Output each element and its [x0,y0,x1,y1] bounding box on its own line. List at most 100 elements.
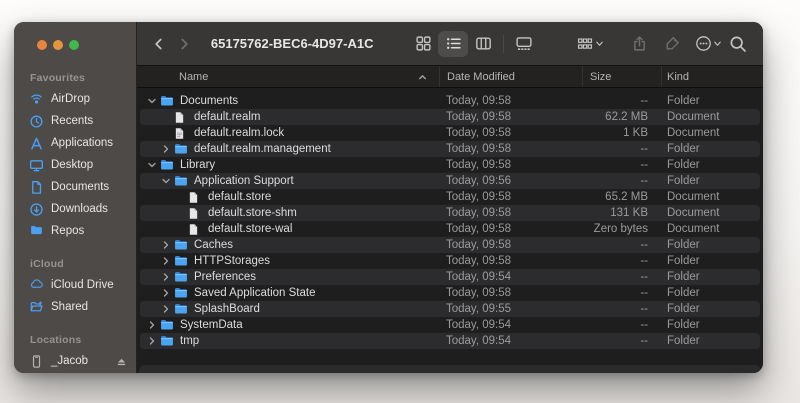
name-cell: default.realm.management [140,142,440,156]
finder-window: FavouritesAirDropRecentsApplicationsDesk… [14,22,763,373]
tag-button[interactable] [661,31,684,57]
name-cell: Documents [140,94,440,108]
table-row[interactable]: tmpToday, 09:54--Folder [140,333,760,349]
zoom-button[interactable] [69,40,79,50]
date-modified-cell: Today, 09:58 [440,239,583,251]
disclosure-closed-icon[interactable] [160,303,172,315]
table-row[interactable]: Application SupportToday, 09:56--Folder [140,173,760,189]
name-cell: default.store [140,190,440,204]
disclosure-closed-icon[interactable] [160,239,172,251]
name-cell: default.store-shm [140,206,440,220]
disclosure-closed-icon[interactable] [160,271,172,283]
repos-icon [29,224,44,239]
disclosure-closed-icon[interactable] [160,143,172,155]
folder-icon [173,142,189,156]
gallery-view-button[interactable] [509,31,539,57]
column-header-size[interactable]: Size [583,66,662,87]
sidebar-item-airdrop[interactable]: AirDrop [14,88,136,110]
folder-icon [173,254,189,268]
column-header-row: Name Date Modified Size Kind [137,66,763,88]
sidebar-item-label: _Jacob [51,355,88,367]
sidebar-item-recents[interactable]: Recents [14,110,136,132]
kind-cell: Folder [662,175,760,187]
more-options-button[interactable] [691,31,726,57]
disclosure-closed-icon[interactable] [146,319,158,331]
size-cell: 1 KB [583,127,662,139]
back-button[interactable] [149,31,170,57]
sidebar-item-downloads[interactable]: Downloads [14,198,136,220]
search-button[interactable] [726,31,749,57]
name-cell: tmp [140,334,440,348]
sidebar-item-label: AirDrop [51,93,90,105]
column-header-kind[interactable]: Kind [662,66,763,87]
sidebar-item--jacob[interactable]: _Jacob [14,350,136,372]
kind-cell: Folder [662,335,760,347]
table-row[interactable]: default.storeToday, 09:5865.2 MBDocument [140,189,760,205]
table-row[interactable]: default.realmToday, 09:5862.2 MBDocument [140,109,760,125]
column-header-date-modified[interactable]: Date Modified [440,66,583,87]
file-name: default.store-wal [208,223,292,235]
toolbar: 65175762-BEC6-4D97-A1CA-... [137,22,763,66]
name-cell: Caches [140,238,440,252]
file-name: SplashBoard [194,303,260,315]
disclosure-closed-icon[interactable] [160,287,172,299]
sidebar-item-applications[interactable]: Applications [14,132,136,154]
sidebar-item-label: Shared [51,301,88,313]
table-row[interactable]: SystemDataToday, 09:54--Folder [140,317,760,333]
table-row[interactable]: DocumentsToday, 09:58--Folder [140,93,760,109]
list-view-button[interactable] [438,31,468,57]
minimize-button[interactable] [53,40,63,50]
table-row[interactable]: LibraryToday, 09:58--Folder [140,157,760,173]
name-cell: default.store-wal [140,222,440,236]
file-name: Caches [194,239,233,251]
column-header-date-label: Date Modified [447,71,515,83]
sidebar-item-icloud-drive[interactable]: iCloud Drive [14,274,136,296]
table-row[interactable]: SplashBoardToday, 09:55--Folder [140,301,760,317]
disclosure-closed-icon[interactable] [146,335,158,347]
disclosure-open-icon[interactable] [146,95,158,107]
window-title: 65175762-BEC6-4D97-A1CA-... [211,36,374,51]
column-header-name[interactable]: Name [137,66,440,87]
sidebar-section-label: Locations [14,328,136,350]
kind-cell: Folder [662,287,760,299]
column-view-button[interactable] [468,31,498,57]
disclosure-open-icon[interactable] [160,175,172,187]
sidebar-item-shared[interactable]: Shared [14,296,136,318]
date-modified-cell: Today, 09:58 [440,223,583,235]
table-row[interactable]: Saved Application StateToday, 09:58--Fol… [140,285,760,301]
table-row[interactable]: HTTPStoragesToday, 09:58--Folder [140,253,760,269]
eject-icon[interactable] [115,355,128,368]
disclosure-closed-icon[interactable] [160,255,172,267]
date-modified-cell: Today, 09:58 [440,207,583,219]
table-row[interactable]: CachesToday, 09:58--Folder [140,237,760,253]
size-cell: Zero bytes [583,223,662,235]
name-cell: Preferences [140,270,440,284]
date-modified-cell: Today, 09:58 [440,143,583,155]
table-row[interactable]: default.store-shmToday, 09:58131 KBDocum… [140,205,760,221]
table-row[interactable]: PreferencesToday, 09:54--Folder [140,269,760,285]
group-button[interactable] [573,31,608,57]
folder-icon [159,158,175,172]
kind-cell: Document [662,127,760,139]
date-modified-cell: Today, 09:58 [440,95,583,107]
table-row[interactable]: default.realm.lockToday, 09:581 KBDocume… [140,125,760,141]
file-name: default.store [208,191,271,203]
file-name: SystemData [180,319,243,331]
sidebar-section: Locations _Jacob [14,328,136,372]
sidebar-item-label: Applications [51,137,113,149]
sidebar-section: iCloudiCloud DriveShared [14,252,136,318]
share-button[interactable] [628,31,651,57]
sidebar-item-documents[interactable]: Documents [14,176,136,198]
table-row[interactable]: default.store-walToday, 09:58Zero bytesD… [140,221,760,237]
forward-button[interactable] [174,31,195,57]
disclosure-open-icon[interactable] [146,159,158,171]
sidebar-item-repos[interactable]: Repos [14,220,136,242]
sidebar-item-desktop[interactable]: Desktop [14,154,136,176]
grid-view-button[interactable] [408,31,438,57]
size-cell: 65.2 MB [583,191,662,203]
table-row[interactable]: default.realm.managementToday, 09:58--Fo… [140,141,760,157]
downloads-icon [29,202,44,217]
close-button[interactable] [37,40,47,50]
document-icon [187,222,203,236]
column-header-name-label: Name [179,71,208,83]
